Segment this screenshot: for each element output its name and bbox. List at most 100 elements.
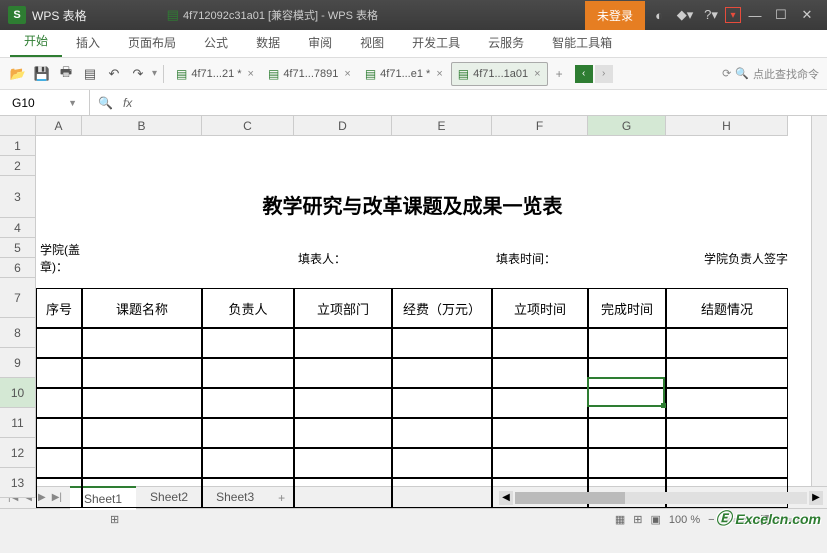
save-icon[interactable]: 💾 [32, 64, 52, 84]
table-cell[interactable] [392, 328, 492, 358]
table-cell[interactable] [666, 448, 788, 478]
redo-icon[interactable]: ↷ [128, 64, 148, 84]
table-cell[interactable] [82, 358, 202, 388]
table-header-5[interactable]: 立项时间 [492, 288, 588, 328]
zoom-out-icon[interactable]: − [708, 514, 714, 526]
horizontal-scrollbar[interactable]: ⋮ ◀ ▶ [487, 491, 827, 505]
zoom-label[interactable]: 100 % [669, 514, 700, 526]
row-header-9[interactable]: 9 [0, 348, 36, 378]
close-icon[interactable]: ✕ [795, 3, 819, 27]
table-cell[interactable] [588, 358, 666, 388]
row-header-1[interactable]: 1 [0, 136, 36, 156]
layout-icon[interactable]: ⊞ [110, 513, 119, 526]
search-fx-icon[interactable]: 🔍 [98, 96, 113, 110]
table-cell[interactable] [36, 478, 82, 508]
table-cell[interactable] [392, 448, 492, 478]
preview-icon[interactable]: ▤ [80, 64, 100, 84]
close-tab-icon[interactable]: × [436, 68, 442, 80]
close-tab-icon[interactable]: × [344, 68, 350, 80]
info-cell-6[interactable] [588, 248, 666, 268]
dropdown-icon[interactable]: ▼ [68, 98, 77, 108]
col-header-E[interactable]: E [392, 116, 492, 136]
table-header-6[interactable]: 完成时间 [588, 288, 666, 328]
table-cell[interactable] [36, 418, 82, 448]
table-cell[interactable] [588, 388, 666, 418]
ribbon-tab-7[interactable]: 开发工具 [398, 28, 474, 57]
table-header-7[interactable]: 结题情况 [666, 288, 788, 328]
info-cell-1[interactable] [82, 248, 202, 268]
table-cell[interactable] [36, 388, 82, 418]
info-cell-2[interactable] [202, 248, 294, 268]
minimize-icon[interactable]: — [743, 3, 767, 27]
info-cell-3[interactable]: 填表人： [294, 248, 392, 268]
select-all-corner[interactable] [0, 116, 36, 136]
table-cell[interactable] [294, 448, 392, 478]
table-cell[interactable] [36, 448, 82, 478]
ribbon-tab-9[interactable]: 智能工具箱 [538, 28, 626, 57]
open-icon[interactable]: 📂 [8, 64, 28, 84]
table-cell[interactable] [666, 328, 788, 358]
row-header-2[interactable]: 2 [0, 156, 36, 176]
table-cell[interactable] [294, 418, 392, 448]
table-cell[interactable] [492, 448, 588, 478]
login-button[interactable]: 未登录 [585, 1, 645, 30]
table-header-4[interactable]: 经费（万元） [392, 288, 492, 328]
row-header-3[interactable]: 3 [0, 176, 36, 218]
table-cell[interactable] [666, 388, 788, 418]
close-tab-icon[interactable]: × [248, 68, 254, 80]
doc-tab-0[interactable]: ▤4f71...21 *× [170, 62, 260, 86]
table-cell[interactable] [202, 418, 294, 448]
ribbon-tab-4[interactable]: 数据 [242, 28, 294, 57]
col-header-C[interactable]: C [202, 116, 294, 136]
spreadsheet-grid[interactable]: ABCDEFGH 12345678910111213 教学研究与改革课题及成果一… [0, 116, 827, 486]
table-cell[interactable] [82, 418, 202, 448]
table-cell[interactable] [294, 388, 392, 418]
table-cell[interactable] [588, 448, 666, 478]
doc-tab-2[interactable]: ▤4f71...e1 *× [359, 62, 449, 86]
table-cell[interactable] [202, 358, 294, 388]
cell-reference-input[interactable]: G10 ▼ [0, 90, 90, 115]
table-cell[interactable] [294, 478, 392, 508]
table-cell[interactable] [36, 328, 82, 358]
sheet-title-cell[interactable]: 教学研究与改革课题及成果一览表 [36, 184, 789, 224]
table-cell[interactable] [588, 328, 666, 358]
table-cell[interactable] [492, 358, 588, 388]
help-icon[interactable]: ?▾ [699, 3, 723, 27]
table-header-2[interactable]: 负责人 [202, 288, 294, 328]
row-header-11[interactable]: 11 [0, 408, 36, 438]
row-header-12[interactable]: 12 [0, 438, 36, 468]
info-cell-5[interactable]: 填表时间： [492, 248, 588, 268]
table-header-1[interactable]: 课题名称 [82, 288, 202, 328]
search-icon[interactable]: 🔍 [735, 67, 749, 80]
maximize-icon[interactable]: ☐ [769, 3, 793, 27]
row-header-13[interactable]: 13 [0, 468, 36, 498]
doc-tab-3[interactable]: ▤4f71...1a01× [451, 62, 548, 86]
table-cell[interactable] [666, 358, 788, 388]
table-header-0[interactable]: 序号 [36, 288, 82, 328]
doc-tab-1[interactable]: ▤4f71...7891× [262, 62, 357, 86]
info-cell-7[interactable]: 学院负责人签字 [666, 248, 788, 268]
table-cell[interactable] [392, 358, 492, 388]
table-header-3[interactable]: 立项部门 [294, 288, 392, 328]
row-header-7[interactable]: 7 [0, 278, 36, 318]
table-cell[interactable] [588, 418, 666, 448]
table-cell[interactable] [202, 328, 294, 358]
share-icon[interactable]: ◆▾ [673, 3, 697, 27]
notify-icon[interactable]: ▾ [725, 7, 741, 23]
row-header-5[interactable]: 5 [0, 238, 36, 258]
table-cell[interactable] [392, 388, 492, 418]
table-cell[interactable] [492, 328, 588, 358]
ribbon-tab-1[interactable]: 插入 [62, 28, 114, 57]
view-page-icon[interactable]: ⊞ [633, 513, 642, 526]
ribbon-tab-5[interactable]: 审阅 [294, 28, 346, 57]
row-header-10[interactable]: 10 [0, 378, 36, 408]
tab-prev-icon[interactable]: ‹ [575, 65, 593, 83]
info-cell-0[interactable]: 学院(盖章)： [36, 248, 82, 268]
table-cell[interactable] [492, 418, 588, 448]
table-cell[interactable] [294, 358, 392, 388]
close-tab-icon[interactable]: × [534, 68, 540, 80]
row-header-6[interactable]: 6 [0, 258, 36, 278]
scroll-right-icon[interactable]: ▶ [809, 491, 823, 505]
row-header-4[interactable]: 4 [0, 218, 36, 238]
info-cell-4[interactable] [392, 248, 492, 268]
